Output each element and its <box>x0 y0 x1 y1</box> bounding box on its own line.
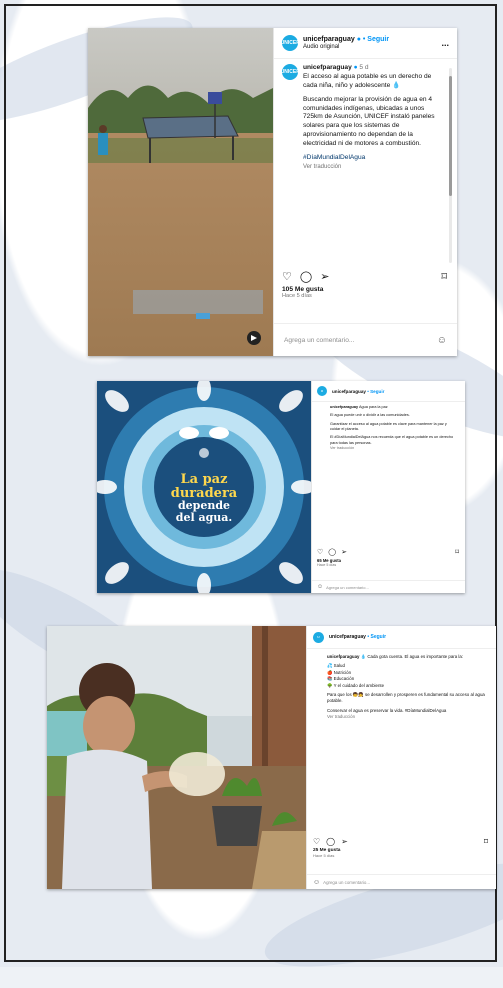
post-sidebar: U unicefparaguay • Seguir unicefparaguay… <box>306 626 496 889</box>
verified-icon: ● <box>356 35 361 43</box>
bookmark-icon[interactable]: ⌑ <box>484 838 488 846</box>
child-watering-plants-image <box>47 626 306 889</box>
caption-text-3: El #DíaMundialDelAgua nos recuerda que e… <box>330 435 454 445</box>
username[interactable]: unicefparaguay <box>332 389 366 394</box>
post-header: UNICEF unicefparaguay ● • Seguir Audio o… <box>274 28 457 59</box>
caption-scrollbar-thumb[interactable] <box>449 76 452 196</box>
comment-icon[interactable]: ◯ <box>328 549 336 556</box>
caption-avatar[interactable]: UNICEF <box>281 64 299 80</box>
caption-username[interactable]: unicefparaguay <box>327 654 359 659</box>
comment-input[interactable]: Agrega un comentario... <box>284 337 437 344</box>
field-solar-panels-image <box>88 28 273 356</box>
avatar[interactable]: U <box>313 631 324 643</box>
follow-button[interactable]: • Seguir <box>367 634 386 640</box>
post-actions: ♡ ◯ ➢ ⌑ 25 Me gusta Hace 5 días <box>313 838 488 859</box>
post-sidebar: U unicefparaguay • Seguir unicefparaguay… <box>311 381 465 593</box>
caption-text-2: Para que los 🧒👧 se desarrollen y prosper… <box>327 691 485 704</box>
poster-line-1: La paz <box>180 472 228 487</box>
poster-line-2: duradera <box>170 485 238 501</box>
share-icon[interactable]: ➢ <box>320 272 329 283</box>
caption-time: 5 d <box>359 64 369 71</box>
translate-link[interactable]: Ver traducción <box>303 163 443 171</box>
post-header: U unicefparaguay • Seguir <box>307 626 496 649</box>
comment-bar: ☺ Agrega un comentario... <box>312 580 465 593</box>
username[interactable]: unicefparaguay <box>329 634 366 640</box>
follow-button[interactable]: • Seguir <box>367 389 384 394</box>
post-header: U unicefparaguay • Seguir <box>312 381 465 402</box>
post-image[interactable] <box>47 626 306 889</box>
bookmark-icon[interactable]: ⌑ <box>455 549 459 556</box>
post-time: Hace 5 días <box>313 853 335 858</box>
comment-icon[interactable]: ◯ <box>326 838 335 846</box>
heart-icon[interactable]: ♡ <box>282 272 292 283</box>
emoji-icon[interactable]: ☺ <box>313 879 320 886</box>
comment-bar: ☺ Agrega un comentario... <box>307 874 496 889</box>
caption-text-2: Garantizar el acceso al agua potable es … <box>330 421 447 431</box>
heart-icon[interactable]: ♡ <box>313 838 320 846</box>
hashtag-link[interactable]: #DíaMundialDelAgua <box>303 154 443 163</box>
avatar[interactable]: U <box>317 386 327 396</box>
post-actions: ♡ ◯ ➢ ⌑ 65 Me gusta Hace 5 días <box>317 549 459 567</box>
emoji-icon[interactable]: ☺ <box>437 335 447 346</box>
caption-scrollbar[interactable] <box>449 68 452 263</box>
comment-icon[interactable]: ◯ <box>300 272 312 283</box>
username[interactable]: unicefparaguay <box>303 36 355 43</box>
caption-text-0: Agua para la paz <box>358 405 388 409</box>
instagram-post-1: UNICEF unicefparaguay ● • Seguir Audio o… <box>88 28 457 356</box>
bookmark-icon[interactable]: ⌑ <box>441 272 447 283</box>
caption-text-1: 💧 Cada gota cuenta. El agua es important… <box>360 654 464 659</box>
caption-username[interactable]: unicefparaguay <box>330 405 358 409</box>
comment-input[interactable]: Agrega un comentario... <box>323 880 490 885</box>
follow-button[interactable]: • Seguir <box>363 36 389 43</box>
caption-text-1: El acceso al agua potable es un derecho … <box>303 72 432 89</box>
instagram-post-2: La paz duradera depende del agua. U unic… <box>97 381 465 593</box>
caption: UNICEF unicefparaguay ● 5 d El acceso al… <box>281 64 443 171</box>
caption: unicefparaguay Agua para la paz El agua … <box>330 405 457 451</box>
caption-text-2: Buscando mejorar la provisión de agua en… <box>303 95 435 148</box>
instagram-post-3: U unicefparaguay • Seguir unicefparaguay… <box>47 626 496 889</box>
translate-link[interactable]: Ver traducción <box>327 714 488 720</box>
audio-label[interactable]: Audio original <box>303 44 436 51</box>
verified-icon: ● <box>353 64 358 71</box>
post-image[interactable]: La paz duradera depende del agua. <box>97 381 311 593</box>
poster-headline: La paz duradera depende del agua. <box>97 473 311 523</box>
post-time: Hace 5 días <box>317 563 337 567</box>
caption: unicefparaguay 💧 Cada gota cuenta. El ag… <box>327 654 488 720</box>
comment-input[interactable]: Agrega un comentario... <box>326 585 460 590</box>
translate-link[interactable]: Ver traducción <box>330 446 457 451</box>
more-options-icon[interactable]: ... <box>441 38 449 48</box>
post-sidebar: UNICEF unicefparaguay ● • Seguir Audio o… <box>273 28 457 356</box>
emoji-icon[interactable]: ☺ <box>317 584 323 590</box>
likes-count[interactable]: 105 Me gusta <box>282 286 447 293</box>
heart-icon[interactable]: ♡ <box>317 549 323 556</box>
share-icon[interactable]: ➢ <box>341 838 348 846</box>
poster-line-4: del agua. <box>175 510 233 524</box>
share-icon[interactable]: ➢ <box>341 549 347 556</box>
post-actions: ♡ ◯ ➢ ⌑ 105 Me gusta Hace 5 días <box>282 272 447 300</box>
post-video[interactable] <box>88 28 273 356</box>
comment-bar: Agrega un comentario... ☺ <box>274 323 457 356</box>
avatar[interactable]: UNICEF <box>281 35 299 51</box>
post-time: Hace 5 días <box>282 293 312 299</box>
caption-username[interactable]: unicefparaguay <box>303 64 352 71</box>
